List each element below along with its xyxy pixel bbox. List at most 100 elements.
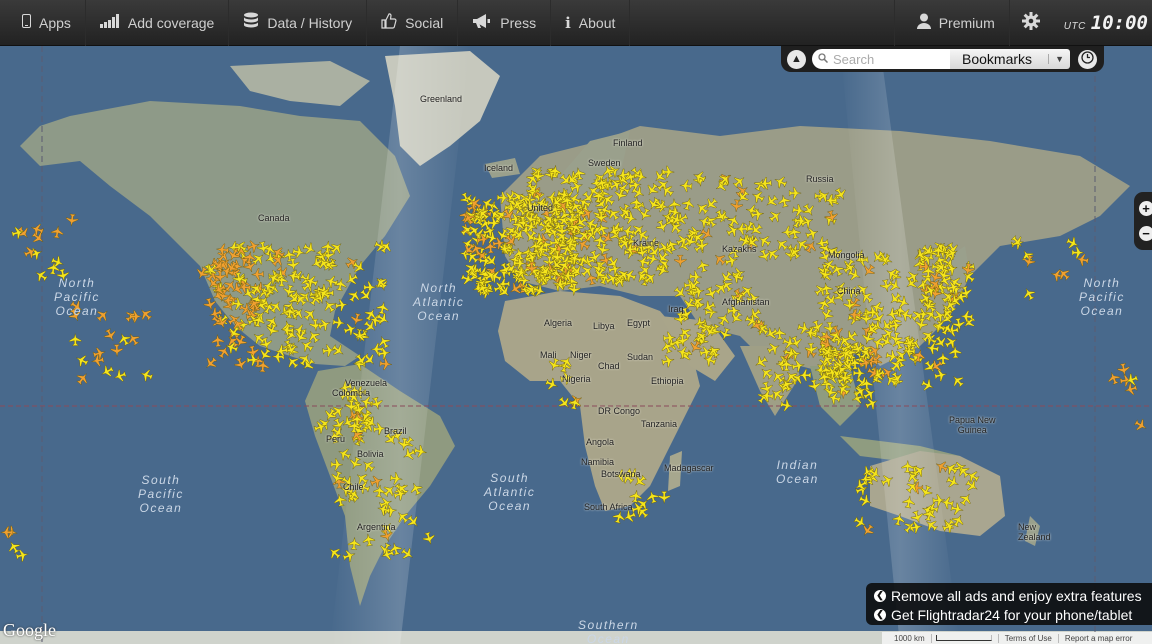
nav-about-label: About <box>578 14 616 31</box>
label-chad: Chad <box>598 361 620 371</box>
label-niger: Niger <box>570 350 592 360</box>
zoom-in-button[interactable]: + <box>1138 201 1152 216</box>
label-south-atlantic: South Atlantic Ocean <box>484 471 536 513</box>
label-southern-ocean: Southern Ocean <box>578 618 639 644</box>
bookmarks-label: Bookmarks <box>962 51 1033 67</box>
nav-add-coverage[interactable]: Add coverage <box>86 0 230 46</box>
label-iraq: Iraq <box>668 304 684 314</box>
label-madagascar: Madagascar <box>664 463 714 473</box>
nav-add-coverage-label: Add coverage <box>127 14 215 31</box>
utc-clock: UTC 10:00 <box>1052 12 1152 34</box>
label-namibia: Namibia <box>581 457 615 467</box>
chevron-left-icon: ❮ <box>874 589 886 602</box>
minus-icon: − <box>1142 226 1150 241</box>
label-dr-congo: DR Congo <box>598 406 641 416</box>
nav-press[interactable]: Press <box>458 0 552 46</box>
nav-data-history[interactable]: Data / History <box>229 0 368 46</box>
search-icon <box>818 50 829 68</box>
search-field <box>812 49 950 69</box>
label-ethiopia: Ethiopia <box>651 376 684 386</box>
label-tanzania: Tanzania <box>641 419 678 429</box>
nav-press-label: Press <box>500 14 537 31</box>
report-error-link[interactable]: Report a map error <box>1059 634 1139 643</box>
bookmarks-dropdown[interactable]: Bookmarks ▼ <box>950 49 1070 69</box>
clock-zone: UTC <box>1063 20 1086 32</box>
nav-apps[interactable]: Apps <box>0 0 86 46</box>
chevron-down-icon: ▼ <box>1048 54 1064 64</box>
clock-time: 10:00 <box>1090 11 1148 34</box>
nav-premium-label: Premium <box>938 14 995 31</box>
promo-get-app-link[interactable]: ❮ Get Flightradar24 for your phone/table… <box>874 605 1152 624</box>
label-mongolia: Mongolia <box>828 250 865 260</box>
map-attribution-bar: 1000 km Terms of Use Report a map error <box>882 632 1152 644</box>
nav-premium[interactable]: Premium <box>893 0 1009 46</box>
user-icon <box>916 13 931 32</box>
plus-icon: + <box>1142 201 1150 216</box>
nav-right-group: Premium UTC 10:00 <box>893 0 1152 46</box>
promo-line1-text: Remove all ads and enjoy extra features <box>891 587 1142 604</box>
settings-button[interactable] <box>1008 0 1052 46</box>
label-finland: Finland <box>613 138 643 148</box>
top-navigation-bar: Apps Add coverage Data / History Social … <box>0 0 1152 46</box>
label-north-pacific-left: North Pacific Ocean <box>54 276 100 318</box>
nav-social[interactable]: Social <box>367 0 459 46</box>
info-icon: i <box>565 13 571 32</box>
label-sudan: Sudan <box>627 352 654 362</box>
database-icon <box>243 12 259 33</box>
scale-bar <box>935 635 992 642</box>
label-afghanistan: Afghanistan <box>722 297 770 307</box>
nav-about[interactable]: i About <box>551 0 631 46</box>
label-egypt: Egypt <box>627 318 651 328</box>
gear-icon <box>1021 12 1040 33</box>
search-input[interactable] <box>833 51 943 67</box>
zoom-out-button[interactable]: − <box>1138 226 1152 241</box>
label-kazakhstan: Kazakhs <box>722 244 757 254</box>
label-botswana: Botswana <box>601 469 641 479</box>
label-papua-new-guinea: Papua New Guinea <box>949 415 996 435</box>
label-indian-ocean: Indian Ocean <box>776 458 819 486</box>
promo-remove-ads-link[interactable]: ❮ Remove all ads and enjoy extra feature… <box>874 586 1152 605</box>
zoom-controls: + − <box>1134 192 1152 250</box>
nav-data-history-label: Data / History <box>267 14 353 31</box>
label-brazil: Brazil <box>384 426 407 436</box>
scale-indicator: 1000 km <box>882 633 999 643</box>
promo-panel: ❮ Remove all ads and enjoy extra feature… <box>866 583 1152 625</box>
label-iceland: Iceland <box>484 163 514 173</box>
google-logo[interactable]: Google <box>3 620 56 641</box>
label-south-africa: South Africa <box>584 502 633 512</box>
label-peru: Peru <box>326 434 346 444</box>
chevron-left-icon: ❮ <box>874 608 886 621</box>
terms-link[interactable]: Terms of Use <box>999 633 1059 643</box>
label-colombia: Colombia <box>332 388 371 398</box>
playback-button[interactable] <box>1078 49 1097 69</box>
label-north-atlantic: North Atlantic Ocean <box>413 281 465 323</box>
label-chile: Chile <box>343 482 364 492</box>
flight-map[interactable]: Greenland Finland Sweden Iceland Russia … <box>0 46 1152 644</box>
label-argentina: Argentina <box>357 522 396 532</box>
nav-apps-label: Apps <box>39 14 71 31</box>
label-venezuela: Venezuela <box>345 378 388 388</box>
label-greenland: Greenland <box>420 94 463 104</box>
clock-icon <box>1081 51 1094 67</box>
label-china: China <box>837 286 861 296</box>
nav-social-label: Social <box>405 14 444 31</box>
megaphone-icon <box>472 13 492 32</box>
phone-icon <box>22 14 31 31</box>
label-north-pacific-right: North Pacific Ocean <box>1079 276 1125 318</box>
label-sweden: Sweden <box>588 158 621 168</box>
label-united-kingdom: United <box>527 203 554 213</box>
label-angola: Angola <box>586 437 615 447</box>
search-toolbar: ▲ Bookmarks ▼ <box>781 46 1104 72</box>
label-new-zealand: New Zealand <box>1018 522 1051 542</box>
scale-label: 1000 km <box>888 633 932 643</box>
chevron-up-icon: ▲ <box>791 53 802 65</box>
label-nigeria: Nigeria <box>562 374 591 384</box>
collapse-button[interactable]: ▲ <box>787 49 806 69</box>
label-mali: Mali <box>540 350 557 360</box>
label-bolivia: Bolivia <box>357 449 384 459</box>
map-canvas <box>0 46 1152 644</box>
label-algeria: Algeria <box>544 318 573 328</box>
label-ukraine: Kraine <box>633 238 660 248</box>
thumbs-up-icon <box>381 13 397 32</box>
promo-line2-text: Get Flightradar24 for your phone/tablet <box>891 606 1133 623</box>
